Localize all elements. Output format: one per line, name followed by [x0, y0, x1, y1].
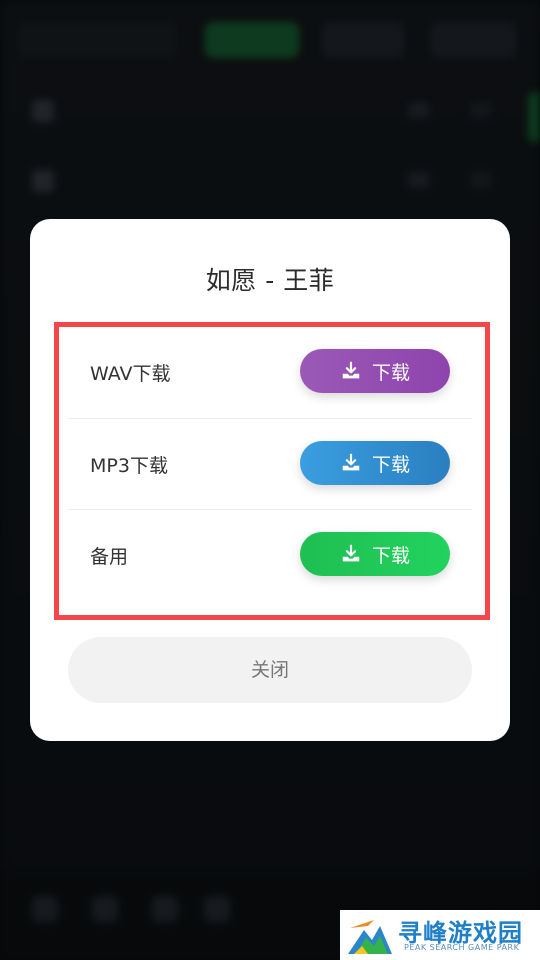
option-label: 备用 [90, 546, 129, 568]
download-button-label: 下载 [371, 453, 410, 476]
mp3-download-button[interactable]: 下载 [300, 441, 450, 485]
option-label: MP3下载 [90, 455, 168, 477]
close-button[interactable]: 关闭 [68, 637, 472, 703]
download-option-backup: 备用 下载 [68, 509, 472, 599]
watermark-subtitle: PEAK SEARCH GAME PARK [404, 943, 520, 952]
mountain-logo-icon [348, 920, 392, 954]
download-option-wav: WAV下载 下载 [68, 327, 472, 417]
download-option-mp3: MP3下载 下载 [68, 418, 472, 508]
download-icon [342, 453, 360, 471]
download-icon [342, 544, 360, 562]
backup-download-button[interactable]: 下载 [300, 532, 450, 576]
download-button-label: 下载 [371, 544, 410, 567]
option-label: WAV下载 [90, 363, 171, 385]
download-icon [342, 361, 360, 379]
wav-download-button[interactable]: 下载 [300, 349, 450, 393]
download-dialog: 如愿 - 王菲 WAV下载 下载 MP3下载 下载 备用 下载 关闭 [30, 219, 510, 741]
download-button-label: 下载 [371, 361, 410, 384]
watermark: 寻峰游戏园 PEAK SEARCH GAME PARK [340, 910, 540, 960]
dialog-title: 如愿 - 王菲 [205, 266, 335, 295]
